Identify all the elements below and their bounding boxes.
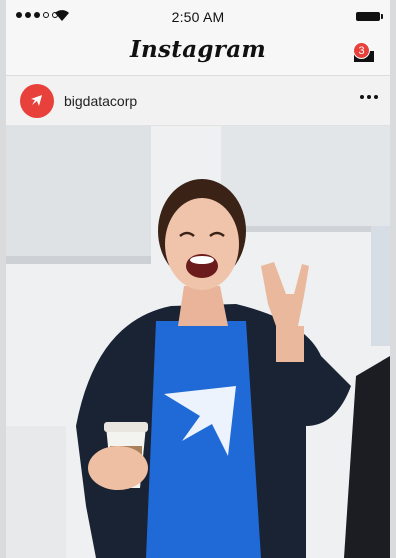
post-header: bigdatacorp — [6, 76, 390, 126]
post-photo[interactable] — [6, 126, 390, 558]
inbox-button[interactable]: 3 — [352, 42, 378, 64]
status-bar: 2:50 AM — [6, 0, 390, 34]
post-photo-illustration — [6, 126, 390, 558]
app-header: Instagram 3 — [6, 34, 390, 76]
more-options-icon[interactable] — [360, 95, 378, 99]
avatar[interactable] — [20, 84, 54, 118]
app-title: Instagram — [129, 36, 267, 63]
battery-icon — [356, 12, 383, 21]
notification-badge: 3 — [353, 42, 370, 59]
status-time: 2:50 AM — [171, 9, 225, 25]
post-username[interactable]: bigdatacorp — [64, 93, 137, 109]
phone-screen: 2:50 AM Instagram 3 bigdatacorp — [6, 0, 390, 558]
bigdatacorp-logo-icon — [31, 95, 42, 106]
